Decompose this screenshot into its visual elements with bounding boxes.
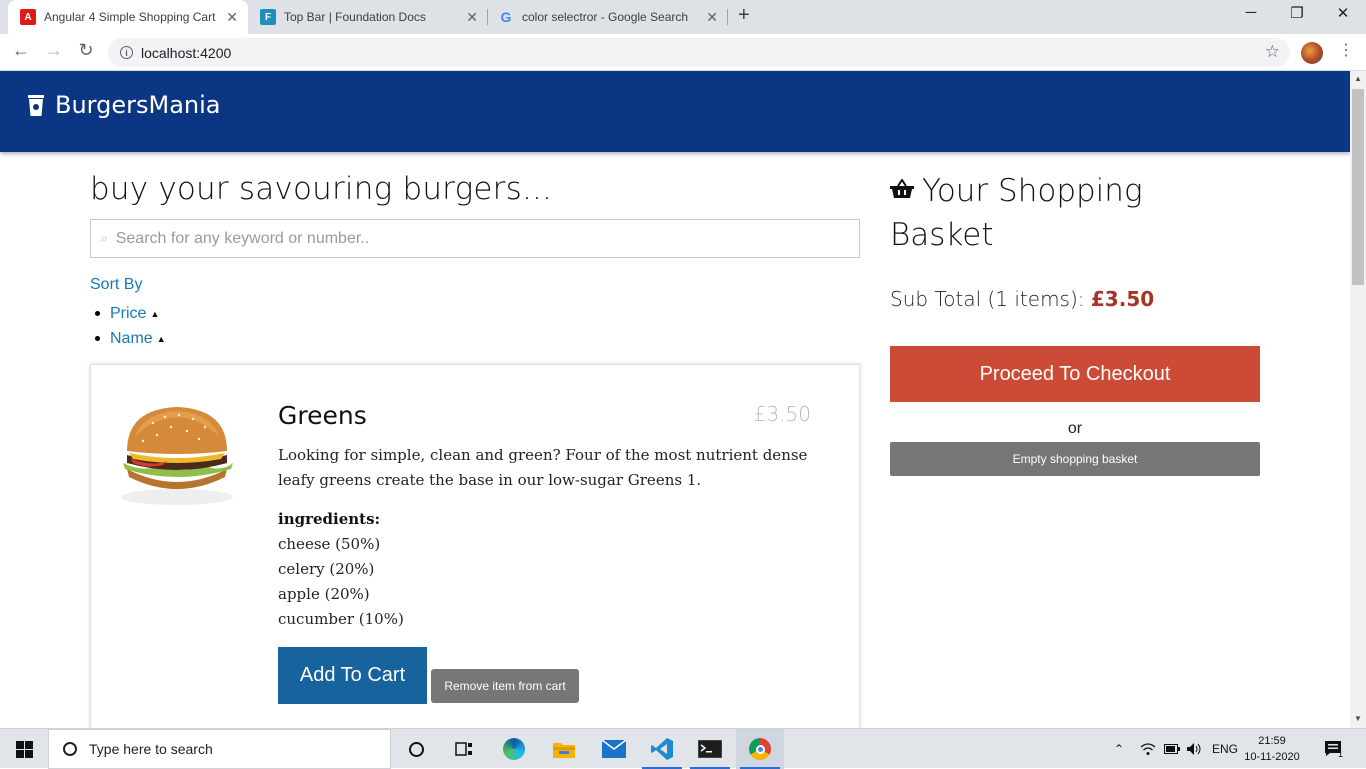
- ingredient-item: celery (20%): [278, 560, 375, 578]
- clock-time: 21:59: [1258, 735, 1286, 747]
- angular-icon: A: [20, 9, 36, 25]
- tab-divider: [727, 9, 728, 25]
- taskbar-search-placeholder: Type here to search: [89, 741, 213, 757]
- forward-arrow-icon[interactable]: →: [42, 40, 66, 61]
- language-indicator[interactable]: ENG: [1212, 729, 1238, 769]
- top-navbar: BurgersMania: [0, 71, 1350, 152]
- terminal-icon[interactable]: [686, 729, 734, 769]
- taskbar-search-input[interactable]: Type here to search: [48, 729, 391, 769]
- scroll-up-arrow-icon[interactable]: ▲: [1354, 74, 1362, 83]
- taskbar-clock[interactable]: 21:59 10-11-2020: [1242, 733, 1302, 765]
- ingredients-title: ingredients:: [278, 510, 381, 528]
- basket-title-text: Your Shopping Basket: [890, 173, 1143, 253]
- back-arrow-icon[interactable]: ←: [9, 40, 33, 61]
- clock-date: 10-11-2020: [1244, 751, 1300, 763]
- foundation-icon: F: [260, 9, 276, 25]
- proceed-to-checkout-button[interactable]: Proceed To Checkout: [890, 346, 1260, 402]
- sort-by-label: Sort By: [90, 276, 143, 293]
- brand-name: BurgersMania: [55, 91, 221, 119]
- tab-foundation-docs[interactable]: F Top Bar | Foundation Docs ✕: [248, 0, 488, 34]
- basket-icon: [890, 179, 914, 198]
- new-tab-button[interactable]: +: [738, 4, 750, 27]
- scroll-down-arrow-icon[interactable]: ▼: [1354, 714, 1362, 723]
- search-input[interactable]: ⌕ Search for any keyword or number..: [90, 219, 860, 258]
- sort-option-label: Price: [110, 304, 147, 322]
- tab-angular-shopping-cart[interactable]: A Angular 4 Simple Shopping Cart ✕: [8, 0, 248, 34]
- remove-from-cart-button[interactable]: Remove item from cart: [431, 669, 579, 703]
- battery-icon[interactable]: [1164, 729, 1180, 769]
- address-bar[interactable]: i localhost:4200 ☆: [108, 38, 1290, 67]
- scrollbar-thumb[interactable]: [1352, 89, 1364, 285]
- windows-taskbar: Type here to search ⌃ ENG 21:59 10-11-20…: [0, 728, 1366, 769]
- task-view-icon[interactable]: [440, 729, 488, 769]
- product-card: Greens £3.50 Looking for simple, clean a…: [90, 364, 860, 728]
- edge-browser-icon[interactable]: [490, 729, 538, 769]
- page-content: BurgersMania buy your savouring burgers.…: [0, 71, 1350, 728]
- volume-icon[interactable]: [1186, 729, 1204, 769]
- cup-icon: [28, 94, 44, 116]
- start-button[interactable]: [0, 729, 48, 769]
- tab-title: Top Bar | Foundation Docs: [284, 10, 426, 24]
- menu-kebab-icon[interactable]: ⋮: [1338, 40, 1354, 60]
- close-tab-icon[interactable]: ✕: [466, 9, 478, 26]
- product-price: £3.50: [753, 402, 811, 426]
- windows-logo-icon: [15, 740, 33, 758]
- bullet: [95, 311, 100, 316]
- browser-toolbar: ← → ↻ i localhost:4200 ☆ ⋮: [0, 34, 1366, 71]
- empty-basket-button[interactable]: Empty shopping basket: [890, 442, 1260, 476]
- search-icon: ⌕: [101, 231, 108, 245]
- vscode-icon[interactable]: [638, 729, 686, 769]
- wifi-icon[interactable]: [1140, 729, 1156, 769]
- tab-google-search[interactable]: G color selectror - Google Search ✕: [488, 0, 728, 34]
- product-description: Looking for simple, clean and green? Fou…: [278, 446, 808, 489]
- caret-up-icon: ▲: [150, 308, 160, 319]
- sort-options: Price ▲ Name ▲: [90, 301, 166, 351]
- ingredient-item: cheese (50%): [278, 535, 381, 553]
- file-explorer-icon[interactable]: [540, 729, 588, 769]
- cortana-icon[interactable]: [392, 729, 440, 769]
- caret-up-icon: ▲: [156, 333, 166, 344]
- or-separator: or: [1067, 420, 1083, 437]
- restore-button[interactable]: ❐: [1274, 4, 1320, 22]
- notification-count: 1: [1338, 749, 1344, 759]
- close-tab-icon[interactable]: ✕: [706, 9, 718, 26]
- product-name: Greens: [278, 401, 367, 430]
- sort-option-price[interactable]: Price ▲: [90, 301, 166, 326]
- page-title: buy your savouring burgers...: [90, 171, 553, 207]
- bullet: [95, 336, 100, 341]
- tab-title: Angular 4 Simple Shopping Cart: [44, 10, 216, 24]
- brand[interactable]: BurgersMania: [27, 91, 221, 119]
- show-hidden-icons-chevron-icon[interactable]: ⌃: [1114, 729, 1124, 769]
- bookmark-star-icon[interactable]: ☆: [1265, 42, 1280, 62]
- chrome-icon[interactable]: [736, 729, 784, 769]
- burger-image: [121, 407, 233, 505]
- google-icon: G: [500, 9, 512, 25]
- sort-option-name[interactable]: Name ▲: [90, 326, 166, 351]
- sort-option-label: Name: [110, 329, 153, 347]
- ingredient-item: cucumber (10%): [278, 610, 404, 628]
- reload-icon[interactable]: ↻: [74, 40, 98, 61]
- info-icon[interactable]: i: [120, 46, 133, 59]
- tab-title: color selectror - Google Search: [522, 10, 689, 24]
- subtotal-label: Sub Total (1 items):: [890, 287, 1085, 311]
- subtotal-amount: £3.50: [1090, 287, 1155, 311]
- ingredient-item: apple (20%): [278, 585, 370, 603]
- browser-tab-bar: A Angular 4 Simple Shopping Cart ✕ F Top…: [0, 0, 1366, 34]
- subtotal: Sub Total (1 items): £3.50: [890, 287, 1154, 311]
- profile-avatar[interactable]: [1301, 42, 1323, 64]
- page-scrollbar[interactable]: ▲ ▼: [1350, 71, 1366, 728]
- mail-icon[interactable]: [590, 729, 638, 769]
- minimize-button[interactable]: ─: [1228, 4, 1274, 21]
- url-text: localhost:4200: [141, 44, 232, 61]
- ingredients-list: cheese (50%) celery (20%) apple (20%) cu…: [278, 532, 404, 632]
- search-icon: [63, 742, 77, 756]
- add-to-cart-button[interactable]: Add To Cart: [278, 647, 427, 704]
- search-placeholder: Search for any keyword or number..: [115, 229, 370, 247]
- close-window-button[interactable]: ✕: [1320, 4, 1366, 22]
- basket-title: Your Shopping Basket: [890, 169, 1220, 257]
- notification-center-icon[interactable]: 1: [1324, 729, 1343, 769]
- close-tab-icon[interactable]: ✕: [226, 9, 238, 26]
